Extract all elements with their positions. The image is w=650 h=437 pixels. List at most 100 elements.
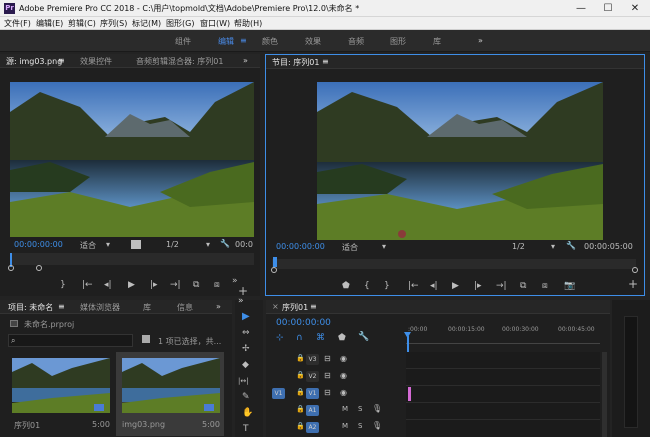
track-target-v2[interactable]: V2 — [306, 371, 319, 382]
source-scrubber[interactable] — [10, 253, 254, 265]
source-overwrite-icon[interactable]: ⧈ — [214, 280, 220, 290]
pen-tool-icon[interactable]: ✎ — [242, 392, 250, 402]
linked-selection-icon[interactable]: ⌘ — [316, 333, 325, 343]
track-lock-icon[interactable]: 🔒 — [296, 388, 305, 396]
source-mark-out-icon[interactable]: |← — [82, 280, 93, 290]
snap-magnet-icon[interactable]: ∩ — [296, 333, 303, 343]
track-voiceover-mic-icon[interactable]: 🎙 — [372, 421, 382, 430]
source-step-forward-icon[interactable]: |▸ — [150, 280, 158, 290]
tab-sequence[interactable]: 序列01 — [282, 302, 308, 313]
track-lock-icon[interactable]: 🔒 — [296, 354, 305, 362]
track-target-a2[interactable]: A2 — [306, 422, 319, 433]
track-visibility-icon[interactable]: ◉ — [340, 371, 347, 380]
source-more-icon[interactable]: » — [243, 56, 248, 65]
timeline-settings-wrench-icon[interactable]: 🔧 — [358, 332, 369, 342]
program-zoom-handle-right[interactable] — [632, 267, 638, 273]
razor-tool-icon[interactable]: ◆ — [242, 360, 249, 370]
source-settings-wrench-icon[interactable]: 🔧 — [220, 239, 230, 248]
timeline-vertical-scrollbar[interactable] — [602, 352, 607, 437]
minimize-button[interactable]: — — [570, 2, 592, 15]
workspace-assembly[interactable]: 组件 — [175, 36, 191, 47]
track-mute-button[interactable]: M — [342, 422, 348, 430]
project-item[interactable]: 序列01 5:00 — [8, 354, 112, 434]
track-visibility-icon[interactable]: ◉ — [340, 388, 347, 397]
project-search-input[interactable]: ⌕ — [8, 334, 133, 347]
program-go-to-out-icon[interactable]: →| — [496, 281, 507, 291]
menu-help[interactable]: 帮助(H) — [234, 18, 262, 29]
workspace-menu-icon[interactable]: ≡ — [240, 36, 247, 45]
track-solo-button[interactable]: S — [358, 422, 362, 430]
source-resolution-dropdown[interactable]: 1/2 — [166, 240, 179, 249]
program-export-frame-icon[interactable]: 📷 — [564, 281, 575, 291]
track-solo-button[interactable]: S — [358, 405, 362, 413]
source-film-icon[interactable] — [131, 240, 141, 249]
timeline-tab-menu-icon[interactable]: ≡ — [310, 302, 317, 311]
menu-graphics[interactable]: 图形(G) — [166, 18, 194, 29]
program-go-to-in-icon[interactable]: |← — [408, 281, 419, 291]
menu-file[interactable]: 文件(F) — [4, 18, 31, 29]
tab-audio-clip-mixer[interactable]: 音频剪辑混合器: 序列01 — [136, 56, 223, 67]
track-lanes[interactable] — [406, 352, 600, 437]
track-mute-button[interactable]: M — [342, 405, 348, 413]
program-extract-icon[interactable]: ⧈ — [542, 281, 548, 291]
program-resolution-chevron-icon[interactable]: ▾ — [551, 242, 555, 251]
menu-sequence[interactable]: 序列(S) — [100, 18, 127, 29]
program-step-forward-icon[interactable]: |▸ — [474, 281, 482, 291]
source-play-icon[interactable]: ▶ — [128, 280, 135, 290]
program-marker-icon[interactable]: ⬟ — [342, 281, 350, 291]
program-resolution-dropdown[interactable]: 1/2 — [512, 242, 525, 251]
track-sync-icon[interactable]: ⊟ — [324, 354, 331, 363]
hand-tool-icon[interactable]: ✋ — [242, 408, 253, 418]
tab-media-browser[interactable]: 媒体浏览器 — [80, 302, 120, 313]
workspace-graphics[interactable]: 图形 — [390, 36, 406, 47]
source-zoom-handle-left[interactable] — [8, 265, 14, 271]
source-patch-v1[interactable]: V1 — [272, 388, 285, 399]
menu-marker[interactable]: 标记(M) — [132, 18, 161, 29]
source-mark-in-icon[interactable]: } — [60, 280, 66, 290]
program-timecode[interactable]: 00:00:00:00 — [276, 242, 325, 251]
program-scrubber[interactable] — [272, 259, 636, 269]
source-fit-chevron-icon[interactable]: ▾ — [106, 240, 110, 249]
track-lock-icon[interactable]: 🔒 — [296, 405, 305, 413]
workspace-editing[interactable]: 编辑 — [218, 36, 234, 47]
workspace-audio[interactable]: 音频 — [348, 36, 364, 47]
program-mark-out-icon[interactable]: } — [384, 281, 390, 291]
track-sync-icon[interactable]: ⊟ — [324, 388, 331, 397]
track-lock-icon[interactable]: 🔒 — [296, 371, 305, 379]
source-zoom-handle-right[interactable] — [36, 265, 42, 271]
source-go-to-out-icon[interactable]: →| — [170, 280, 181, 290]
source-tab-menu-icon[interactable]: ≡ — [58, 56, 65, 65]
tab-effect-controls[interactable]: 效果控件 — [80, 56, 112, 67]
source-add-button-icon[interactable]: + — [238, 285, 248, 297]
source-step-back-icon[interactable]: ◂| — [104, 280, 112, 290]
source-more-buttons-icon[interactable]: » — [232, 276, 238, 286]
program-mark-in-icon[interactable]: { — [364, 281, 370, 291]
workspace-effects[interactable]: 效果 — [305, 36, 321, 47]
timeline-clip[interactable] — [408, 387, 411, 401]
source-resolution-chevron-icon[interactable]: ▾ — [206, 240, 210, 249]
close-button[interactable]: ✕ — [624, 2, 646, 15]
slip-tool-icon[interactable]: |↔| — [238, 376, 249, 386]
program-step-back-icon[interactable]: ◂| — [430, 281, 438, 291]
track-lock-icon[interactable]: 🔒 — [296, 422, 305, 430]
program-settings-wrench-icon[interactable]: 🔧 — [566, 241, 576, 250]
workspace-color[interactable]: 颜色 — [262, 36, 278, 47]
tab-libraries[interactable]: 库 — [143, 302, 151, 313]
tools-more-icon[interactable]: » — [238, 296, 244, 306]
timeline-close-icon[interactable]: × — [272, 302, 279, 311]
program-add-button-icon[interactable]: + — [628, 278, 638, 290]
type-tool-icon[interactable]: T — [243, 424, 249, 434]
track-target-v1[interactable]: V1 — [306, 388, 319, 399]
program-zoom-handle-left[interactable] — [271, 267, 277, 273]
tab-source[interactable]: 源: img03.png — [6, 56, 62, 67]
project-more-icon[interactable]: » — [216, 302, 221, 311]
track-voiceover-mic-icon[interactable]: 🎙 — [372, 404, 382, 413]
workspace-more-icon[interactable]: » — [478, 36, 483, 45]
workspace-libraries[interactable]: 库 — [433, 36, 441, 47]
project-tab-menu-icon[interactable]: ≡ — [58, 302, 65, 311]
tab-info[interactable]: 信息 — [177, 302, 193, 313]
selection-tool-icon[interactable]: ▶ — [242, 312, 250, 322]
tab-program[interactable]: 节目: 序列01 — [272, 57, 319, 68]
track-sync-icon[interactable]: ⊟ — [324, 371, 331, 380]
program-lift-icon[interactable]: ⧉ — [520, 281, 526, 291]
